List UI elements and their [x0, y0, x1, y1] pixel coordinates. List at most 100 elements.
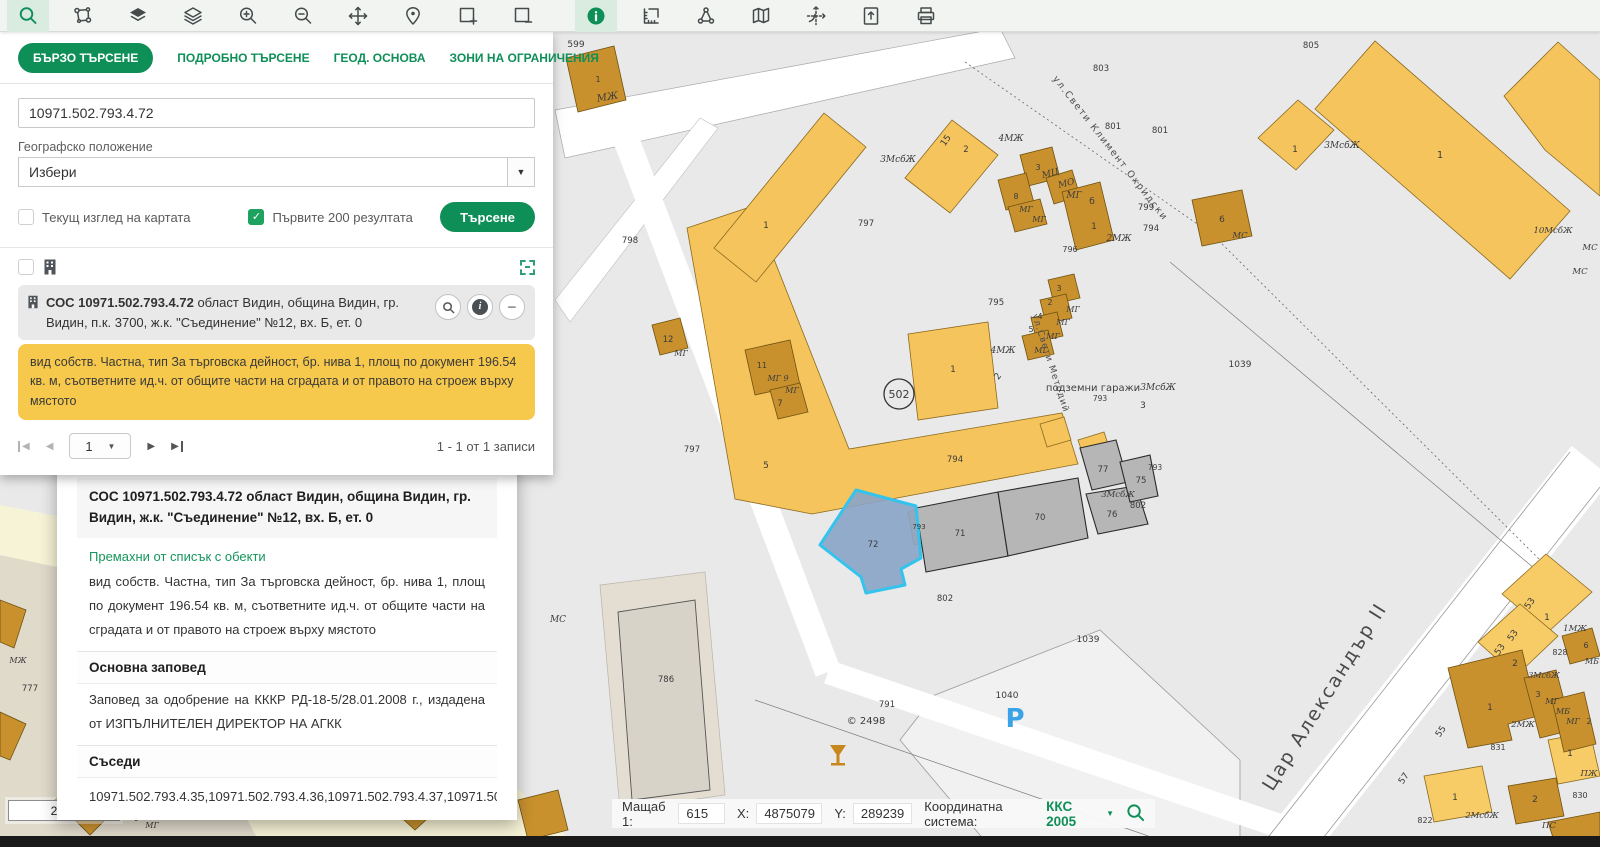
map-label: 502: [889, 388, 910, 401]
map-label: 797: [684, 445, 700, 455]
map-label: 12: [663, 335, 674, 345]
crs-value[interactable]: ККС 2005: [1046, 799, 1097, 829]
result-item[interactable]: СОС 10971.502.793.4.72 област Видин, общ…: [18, 285, 535, 340]
map-label: ПС: [1541, 821, 1556, 831]
status-search-icon[interactable]: [1126, 803, 1145, 825]
search-panel: БЪРЗО ТЪРСЕНЕ ПОДРОБНО ТЪРСЕНЕ ГЕОД. ОСН…: [0, 32, 553, 475]
map-label: 6: [1583, 641, 1588, 650]
map-label: 793: [1093, 394, 1108, 403]
page-next-button[interactable]: ▶: [147, 441, 155, 452]
current-view-checkbox[interactable]: [18, 209, 34, 225]
layers-stack-icon[interactable]: [172, 0, 214, 32]
map-label: 831: [1490, 743, 1505, 752]
map-label: МГ: [1031, 215, 1046, 224]
crs-label: Координатна система:: [924, 799, 1039, 829]
map-label: 1040: [996, 691, 1019, 701]
x-coordinate: 4875079: [756, 803, 822, 824]
selection-remove-icon[interactable]: [502, 0, 544, 32]
map-label: МГ 9: [766, 374, 788, 383]
tab-quick-search[interactable]: БЪРЗО ТЪРСЕНЕ: [18, 43, 153, 73]
tab-restriction-zones[interactable]: ЗОНИ НА ОГРАНИЧЕНИЯ: [450, 51, 599, 65]
page-first-button[interactable]: ◀: [18, 441, 30, 452]
zoom-to-results-icon[interactable]: [520, 260, 535, 275]
map-label: МГ: [673, 349, 688, 358]
page-prev-button[interactable]: ◀: [46, 441, 54, 452]
map-label: 3МсбЖ: [1101, 489, 1135, 500]
coordinate-axes-icon[interactable]: [795, 0, 837, 32]
object-description: вид собств. Частна, тип За търговска дей…: [77, 566, 497, 651]
search-options-row: Текущ изглед на картата ✓ Първите 200 ре…: [18, 202, 535, 232]
zoom-out-icon[interactable]: [282, 0, 324, 32]
map-label: 75: [1136, 476, 1147, 486]
map-label: МГ: [1065, 191, 1082, 201]
scale-input[interactable]: 615: [678, 803, 725, 824]
result-info-button[interactable]: i: [467, 294, 493, 320]
geo-select-value: Избери: [19, 164, 507, 180]
x-label: X:: [737, 806, 749, 821]
y-coordinate: 289239: [853, 803, 912, 824]
map-label: подземни гаражи: [1046, 383, 1140, 394]
map-label: 3МсбЖ: [1528, 671, 1561, 680]
info-icon[interactable]: [575, 0, 617, 32]
map-label: 71: [955, 529, 966, 539]
minus-icon: −: [508, 299, 517, 316]
first-200-label: Първите 200 резултата: [272, 210, 412, 225]
print-icon[interactable]: [905, 0, 947, 32]
remove-from-list-link[interactable]: Премахни от списък с обекти: [77, 549, 497, 564]
result-id: СОС 10971.502.793.4.72: [46, 295, 194, 310]
selection-add-icon[interactable]: [447, 0, 489, 32]
select-all-checkbox[interactable]: [18, 259, 34, 275]
map-label: МГ: [1055, 318, 1070, 327]
page-select[interactable]: 1 ▼: [69, 433, 131, 459]
map-label: 599: [567, 40, 584, 50]
map-label: МБ: [1584, 657, 1599, 666]
map-label: 11: [757, 361, 767, 370]
map-label: 801: [1152, 126, 1168, 136]
map-label: 793: [1148, 463, 1163, 472]
tab-geodetic-base[interactable]: ГЕОД. ОСНОВА: [334, 51, 426, 65]
map-label: МГ: [1018, 205, 1033, 214]
geo-location-select[interactable]: Избери ▼: [18, 157, 535, 187]
measure-icon[interactable]: [630, 0, 672, 32]
chevron-down-icon[interactable]: ▼: [507, 158, 534, 186]
map-label: 3МсбЖ: [1140, 382, 1176, 393]
search-tabs: БЪРЗО ТЪРСЕНЕ ПОДРОБНО ТЪРСЕНЕ ГЕОД. ОСН…: [0, 32, 553, 84]
share-icon[interactable]: [685, 0, 727, 32]
search-button[interactable]: Търсене: [440, 202, 535, 232]
map-label: 1: [595, 75, 600, 84]
chevron-down-icon[interactable]: ▼: [1106, 809, 1114, 818]
map-label: 2: [963, 145, 968, 155]
map-label: 10МсбЖ: [1533, 225, 1572, 236]
map-label: 2: [1586, 717, 1591, 726]
layers-filled-icon[interactable]: [117, 0, 159, 32]
map-label: 805: [1303, 41, 1319, 51]
tab-detailed-search[interactable]: ПОДРОБНО ТЪРСЕНЕ: [177, 51, 309, 65]
map-label: 786: [658, 675, 674, 685]
export-icon[interactable]: [850, 0, 892, 32]
object-title: СОС 10971.502.793.4.72 област Видин, общ…: [77, 478, 497, 538]
zoom-in-icon[interactable]: [227, 0, 269, 32]
map-label: 1МЖ: [1563, 624, 1587, 634]
info-popup-body: СОС 10971.502.793.4.72 област Видин, общ…: [57, 466, 517, 820]
map-label: 3МсбЖ: [1324, 140, 1360, 151]
map-label: 2МЖ: [1510, 720, 1535, 730]
map-label: 802: [937, 594, 953, 604]
search-input[interactable]: [18, 98, 535, 128]
pan-icon[interactable]: [337, 0, 379, 32]
map-label: 796: [1062, 245, 1077, 254]
map-label: 794: [1143, 224, 1159, 234]
first-200-checkbox[interactable]: ✓: [248, 209, 264, 225]
search-icon[interactable]: [7, 0, 49, 32]
result-zoom-button[interactable]: [435, 294, 461, 320]
site-plan-icon[interactable]: [62, 0, 104, 32]
map-label: 6: [1219, 215, 1225, 225]
toolbar-group-right: [568, 0, 953, 32]
location-pin-icon[interactable]: [392, 0, 434, 32]
page-last-button[interactable]: ▶: [171, 441, 183, 452]
map-sheets-icon[interactable]: [740, 0, 782, 32]
result-remove-button[interactable]: −: [499, 294, 525, 320]
map-label: 830: [1572, 791, 1587, 800]
order-heading: Основна заповед: [77, 651, 497, 684]
top-toolbar: [0, 0, 1600, 32]
map-label: МГ: [784, 386, 799, 395]
